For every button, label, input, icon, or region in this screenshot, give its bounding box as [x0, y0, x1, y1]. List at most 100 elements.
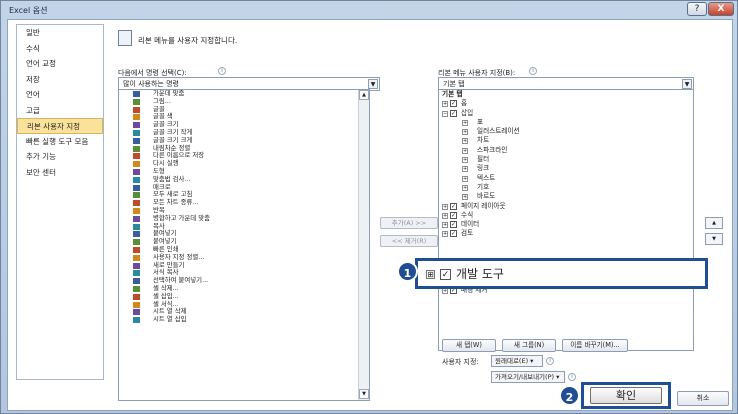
command-icon — [133, 223, 140, 230]
command-label: 가운데 맞춤 — [153, 89, 185, 97]
commands-container: 가운데 맞춤그림...글꼴I▾글꼴 색▸글꼴 크기I▾글꼴 크기 작게글꼴 크기… — [119, 90, 369, 324]
excel-options-dialog: Excel 옵션 ? X 일반 수식 언어 교정 저장 언어 고급 리본 사용자 지정 빠른 … — [0, 0, 738, 414]
move-down-button[interactable]: ▼ — [705, 233, 723, 245]
command-label: 병합하고 가운데 맞춤 — [153, 213, 210, 222]
command-label: 다시 실행 — [153, 159, 179, 168]
tree-item[interactable]: + 필터 — [439, 155, 693, 164]
tree-item[interactable]: + 텍스트 — [439, 174, 693, 183]
expand-icon[interactable]: ⊞ — [426, 270, 435, 279]
tab-checkbox[interactable]: ✓ — [450, 211, 457, 219]
command-label: 글꼴 크기 — [153, 120, 179, 129]
command-label: 선택하여 붙여넣기... — [153, 276, 209, 285]
tree-items: + ✓ 홈 − ✓ 삽입 + 표 + 일러스트레이션 + 차트 + 스파크라인 + 필터 + 링크 + 텍스트 + 기호 +… — [439, 99, 693, 238]
command-icon — [133, 309, 140, 316]
nav-item[interactable]: 고급 — [17, 103, 103, 119]
expand-icon[interactable]: + — [462, 175, 468, 182]
scroll-up-icon[interactable]: ▲ — [359, 90, 369, 100]
tab-checkbox[interactable]: ✓ — [450, 100, 457, 108]
ribbon-customize-icon — [118, 30, 132, 46]
tree-item-label: 홈 — [461, 99, 468, 108]
nav-item[interactable]: 언어 — [17, 87, 103, 103]
tree-item[interactable]: + 표 — [439, 118, 693, 127]
tab-checkbox[interactable]: ✓ — [450, 221, 457, 229]
tree-header: 기본 탭 — [442, 90, 463, 98]
tree-item[interactable]: + 링크 — [439, 164, 693, 173]
tab-checkbox[interactable]: ✓ — [450, 230, 457, 238]
tab-checkbox[interactable]: ✓ — [450, 109, 457, 117]
cancel-button[interactable]: 취소 — [677, 391, 729, 406]
tree-item-label: 기호 — [477, 182, 490, 191]
command-icon — [133, 262, 140, 269]
info-icon: i — [218, 67, 226, 75]
import-export-dropdown[interactable]: 가져오기/내보내기(P) ▾ — [491, 371, 565, 383]
expand-icon[interactable]: + — [442, 231, 448, 238]
nav-item[interactable]: 빠른 실행 도구 모음 — [17, 134, 103, 150]
command-item[interactable]: 시트 열 삽입 — [119, 315, 369, 324]
tree-item[interactable]: + ✓ 홈 — [439, 99, 693, 108]
command-icon — [133, 293, 140, 300]
tree-item[interactable]: + 스파크라인 — [439, 146, 693, 155]
command-label: 시트 열 삽입 — [153, 315, 187, 324]
customizations-label: 사용자 지정: — [442, 358, 479, 366]
expand-icon[interactable]: + — [462, 184, 468, 191]
tree-item[interactable]: + 기호 — [439, 183, 693, 192]
expand-icon[interactable]: + — [462, 119, 468, 126]
nav-item[interactable]: 저장 — [17, 72, 103, 88]
nav-item[interactable]: 언어 교정 — [17, 56, 103, 72]
close-button[interactable]: X — [708, 2, 734, 16]
nav-item[interactable]: 일반 — [17, 25, 103, 41]
tree-item-label: 데이터 — [461, 220, 480, 229]
expand-icon[interactable]: + — [442, 212, 448, 219]
expand-icon[interactable]: + — [462, 194, 468, 201]
ok-button[interactable]: 확인 — [590, 387, 662, 404]
expand-icon[interactable]: + — [442, 101, 448, 108]
expand-icon[interactable]: + — [462, 157, 468, 164]
command-label: 반복 — [153, 205, 165, 214]
nav-item[interactable]: 수식 — [17, 41, 103, 57]
developer-tab-checkbox[interactable]: ✓ — [440, 269, 451, 280]
tree-item[interactable]: + 바르도 — [439, 192, 693, 201]
expand-icon[interactable]: + — [462, 138, 468, 145]
tree-item[interactable]: + ✓ 데이터 — [439, 220, 693, 229]
nav-item[interactable]: 리본 사용자 지정 — [17, 118, 103, 134]
commands-scrollbar[interactable]: ▲ ▼ — [358, 90, 369, 400]
tree-item[interactable]: − ✓ 삽입 — [439, 109, 693, 118]
command-label: 맞춤법 검사... — [153, 174, 191, 183]
tree-item-label: 링크 — [477, 164, 490, 173]
info-icon: i — [529, 67, 537, 75]
expand-icon[interactable]: + — [462, 166, 468, 173]
expand-icon[interactable]: + — [462, 129, 468, 136]
scroll-down-icon[interactable]: ▼ — [359, 389, 369, 399]
collapse-icon[interactable]: − — [442, 110, 448, 117]
command-label: 도형 — [153, 166, 165, 175]
new-tab-button[interactable]: 새 탭(W) — [442, 339, 496, 352]
options-nav: 일반 수식 언어 교정 저장 언어 고급 리본 사용자 지정 빠른 실행 도구 모음 추가 기능… — [16, 24, 104, 380]
command-icon — [133, 184, 140, 191]
nav-item[interactable]: 보안 센터 — [17, 165, 103, 181]
help-button[interactable]: ? — [687, 2, 707, 16]
tree-item[interactable]: + ✓ 수식 — [439, 211, 693, 220]
add-button[interactable]: 추가(A) >> — [380, 217, 438, 229]
rename-button[interactable]: 이름 바꾸기(M)... — [562, 339, 628, 352]
dialog-body: 일반 수식 언어 교정 저장 언어 고급 리본 사용자 지정 빠른 실행 도구 모음 추가 기능… — [7, 19, 733, 411]
new-group-button[interactable]: 새 그룹(N) — [502, 339, 556, 352]
title-bar: Excel 옵션 ? X — [1, 1, 737, 19]
nav-item[interactable]: 추가 기능 — [17, 149, 103, 165]
tree-item-label: 삽입 — [461, 108, 474, 117]
expand-icon[interactable]: + — [462, 147, 468, 154]
command-icon — [133, 145, 140, 152]
expand-icon[interactable]: + — [442, 203, 448, 210]
tree-item[interactable]: + 차트 — [439, 136, 693, 145]
command-icon — [133, 215, 140, 222]
expand-icon[interactable]: + — [442, 222, 448, 229]
command-icon — [133, 192, 140, 199]
tree-item[interactable]: + ✓ 검토 — [439, 229, 693, 238]
reset-dropdown[interactable]: 원래대로(E) ▾ — [491, 355, 543, 367]
remove-button[interactable]: << 제거(R) — [380, 235, 438, 247]
tab-checkbox[interactable]: ✓ — [450, 202, 457, 210]
command-icon — [133, 270, 140, 277]
tree-item[interactable]: + ✓ 페이지 레이아웃 — [439, 202, 693, 211]
dropdown-value: 기본 탭 — [443, 80, 465, 88]
developer-tab-callout: ⊞ ✓ 개발 도구 — [415, 258, 708, 289]
move-up-button[interactable]: ▲ — [705, 217, 723, 229]
